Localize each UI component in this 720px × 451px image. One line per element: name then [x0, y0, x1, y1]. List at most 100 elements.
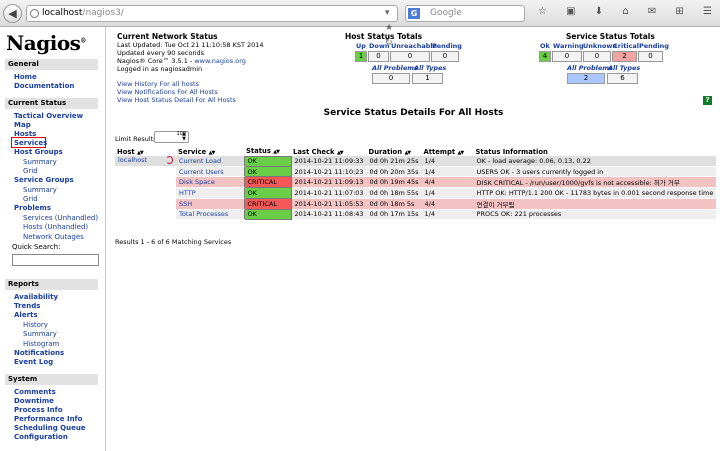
host-pending-header[interactable]: Pending — [432, 42, 462, 50]
search-placeholder: Google — [430, 8, 462, 18]
nav-downtime[interactable]: Downtime — [14, 397, 54, 405]
host-unreachable-header[interactable]: Unreachable — [391, 42, 437, 50]
col-service[interactable]: Service ▲▼ — [176, 147, 244, 156]
browser-toolbar: ◀ localhost/nagios3/ ▾ ★ ↻ G Google ☆ ▣ … — [0, 0, 720, 48]
toolbar-icons[interactable]: ☆ ▣ ⬇ ⌂ ✉ ⊞ ☰ — [538, 6, 720, 17]
nav-hostgroups-grid[interactable]: Grid — [23, 167, 38, 175]
svc-all-types-header[interactable]: All Types — [608, 64, 640, 72]
col-attempt[interactable]: Attempt ▲▼ — [422, 147, 474, 156]
sort-arrows-icon[interactable]: ▲▼ — [337, 150, 344, 156]
nav-event-log[interactable]: Event Log — [14, 358, 53, 366]
svc-critical-header[interactable]: Critical — [613, 42, 639, 50]
nav-servicegroups-summary[interactable]: Summary — [23, 186, 57, 194]
nav-network-outages[interactable]: Network Outages — [23, 233, 84, 241]
google-icon[interactable]: G — [408, 8, 420, 19]
sort-arrows-icon[interactable]: ▲▼ — [273, 149, 280, 155]
spinner-icon: ▲ ▼ — [182, 131, 186, 142]
sort-arrows-icon[interactable]: ▲▼ — [457, 150, 464, 156]
nav-trends[interactable]: Trends — [14, 302, 40, 310]
svc-warning-header[interactable]: Warning — [553, 42, 584, 50]
status-info-cell: DISK CRITICAL - /run/user/1000/gvfs is n… — [473, 176, 717, 189]
quick-search-input[interactable] — [12, 254, 99, 266]
host-down-header[interactable]: Down — [369, 42, 390, 50]
host-cell[interactable]: localhost — [115, 156, 176, 167]
nav-scheduling-queue[interactable]: Scheduling Queue — [14, 424, 86, 432]
sort-arrows-icon[interactable]: ▲▼ — [404, 150, 411, 156]
nav-servicegroups-grid[interactable]: Grid — [23, 195, 38, 203]
quick-search-label: Quick Search: — [12, 243, 61, 251]
limit-results-label: Limit Results: — [115, 135, 159, 143]
nav-availability[interactable]: Availability — [14, 293, 58, 301]
page-title: Service Status Details For All Hosts — [323, 108, 504, 118]
nav-process-info[interactable]: Process Info — [14, 406, 63, 414]
help-icon[interactable]: ? — [703, 96, 712, 105]
col-last-check[interactable]: Last Check ▲▼ — [291, 147, 367, 156]
table-row: Current Users OK 2014-10-21 11:10:23 0d … — [115, 165, 717, 178]
svc-pending-header[interactable]: Pending — [639, 42, 669, 50]
nav-problems-services[interactable]: Services (Unhandled) — [23, 214, 98, 222]
col-status-information: Status Information — [475, 147, 548, 156]
nav-performance-info[interactable]: Performance Info — [14, 415, 82, 423]
nav-documentation[interactable]: Documentation — [14, 82, 74, 90]
back-arrow-icon[interactable]: ◀ — [3, 4, 22, 23]
status-info-cell: PROCS OK: 221 processes — [473, 209, 717, 220]
service-cell[interactable]: Current Users — [176, 166, 244, 178]
host-up-header[interactable]: Up — [356, 42, 366, 50]
service-cell[interactable]: Current Load — [176, 156, 244, 167]
nav-service-groups[interactable]: Service Groups — [14, 176, 74, 184]
col-duration[interactable]: Duration ▲▼ — [367, 147, 422, 156]
attempt-cell: 1/4 — [421, 156, 474, 167]
nav-alerts-history[interactable]: History — [23, 321, 48, 329]
link-view-history[interactable]: View History For all hosts — [117, 80, 199, 88]
last-check-cell: 2014-10-21 11:08:43 — [291, 209, 367, 220]
svc-ok-header[interactable]: Ok — [540, 42, 550, 50]
nav-comments[interactable]: Comments — [14, 388, 56, 396]
url-bar[interactable]: localhost/nagios3/ ▾ ★ ↻ — [26, 5, 398, 48]
nav-notifications[interactable]: Notifications — [14, 349, 64, 357]
duration-cell: 0d 0h 21m 25s — [366, 156, 422, 167]
last-check-cell: 2014-10-21 11:09:33 — [291, 156, 367, 167]
nagios-org-link[interactable]: www.nagios.org — [194, 57, 246, 65]
service-cell[interactable]: SSH — [176, 198, 244, 210]
link-view-notifications[interactable]: View Notifications For All Hosts — [117, 88, 218, 96]
nav-configuration[interactable]: Configuration — [14, 433, 68, 441]
host-cell — [115, 209, 176, 220]
svc-unknown-header[interactable]: Unknown — [583, 42, 617, 50]
table-row: SSH CRITICAL 2014-10-21 11:05:53 0d 0h 1… — [115, 197, 717, 210]
svc-ok-count: 4 — [539, 51, 551, 62]
service-cell[interactable]: Disk Space — [176, 176, 244, 189]
service-cell[interactable]: Total Processes — [176, 209, 244, 220]
svc-all-problems-count: 2 — [567, 73, 605, 84]
col-host[interactable]: Host ▲▼ — [115, 147, 176, 156]
nav-problems-hosts[interactable]: Hosts (Unhandled) — [23, 223, 88, 231]
host-cell — [115, 198, 176, 210]
host-all-problems-header[interactable]: All Problems — [372, 64, 418, 72]
status-cell: OK — [243, 165, 292, 178]
nav-host-groups[interactable]: Host Groups — [14, 148, 63, 156]
nav-tactical-overview[interactable]: Tactical Overview — [14, 112, 83, 120]
duration-cell: 0d 0h 18m 5s — [366, 198, 422, 210]
nav-alerts[interactable]: Alerts — [14, 311, 38, 319]
nav-alerts-histogram[interactable]: Histogram — [23, 340, 59, 348]
nav-home[interactable]: Home — [14, 73, 37, 81]
service-cell[interactable]: HTTP — [176, 187, 244, 199]
url-path: /nagios3/ — [82, 8, 124, 18]
link-view-host-status[interactable]: View Host Status Detail For All Hosts — [117, 96, 236, 104]
sort-arrows-icon[interactable]: ▲▼ — [137, 150, 144, 156]
last-check-cell: 2014-10-21 11:10:23 — [291, 166, 367, 178]
svc-critical-count: 2 — [612, 51, 637, 62]
last-check-cell: 2014-10-21 11:07:03 — [291, 187, 367, 199]
nav-map[interactable]: Map — [14, 121, 31, 129]
host-all-types-header[interactable]: All Types — [414, 64, 446, 72]
nagios-logo[interactable]: Nagios® — [6, 31, 86, 55]
section-reports: Reports — [5, 279, 98, 290]
svc-all-problems-header[interactable]: All Problems — [567, 64, 613, 72]
section-current-status: Current Status — [5, 98, 98, 109]
col-status[interactable]: Status ▲▼ — [244, 147, 291, 156]
limit-results-select[interactable]: 100 ▲ ▼ — [154, 131, 189, 143]
nav-hostgroups-summary[interactable]: Summary — [23, 158, 57, 166]
nav-alerts-summary[interactable]: Summary — [23, 330, 57, 338]
search-bar[interactable]: G Google — [405, 5, 525, 22]
sort-arrows-icon[interactable]: ▲▼ — [209, 150, 216, 156]
nav-problems[interactable]: Problems — [14, 204, 51, 212]
